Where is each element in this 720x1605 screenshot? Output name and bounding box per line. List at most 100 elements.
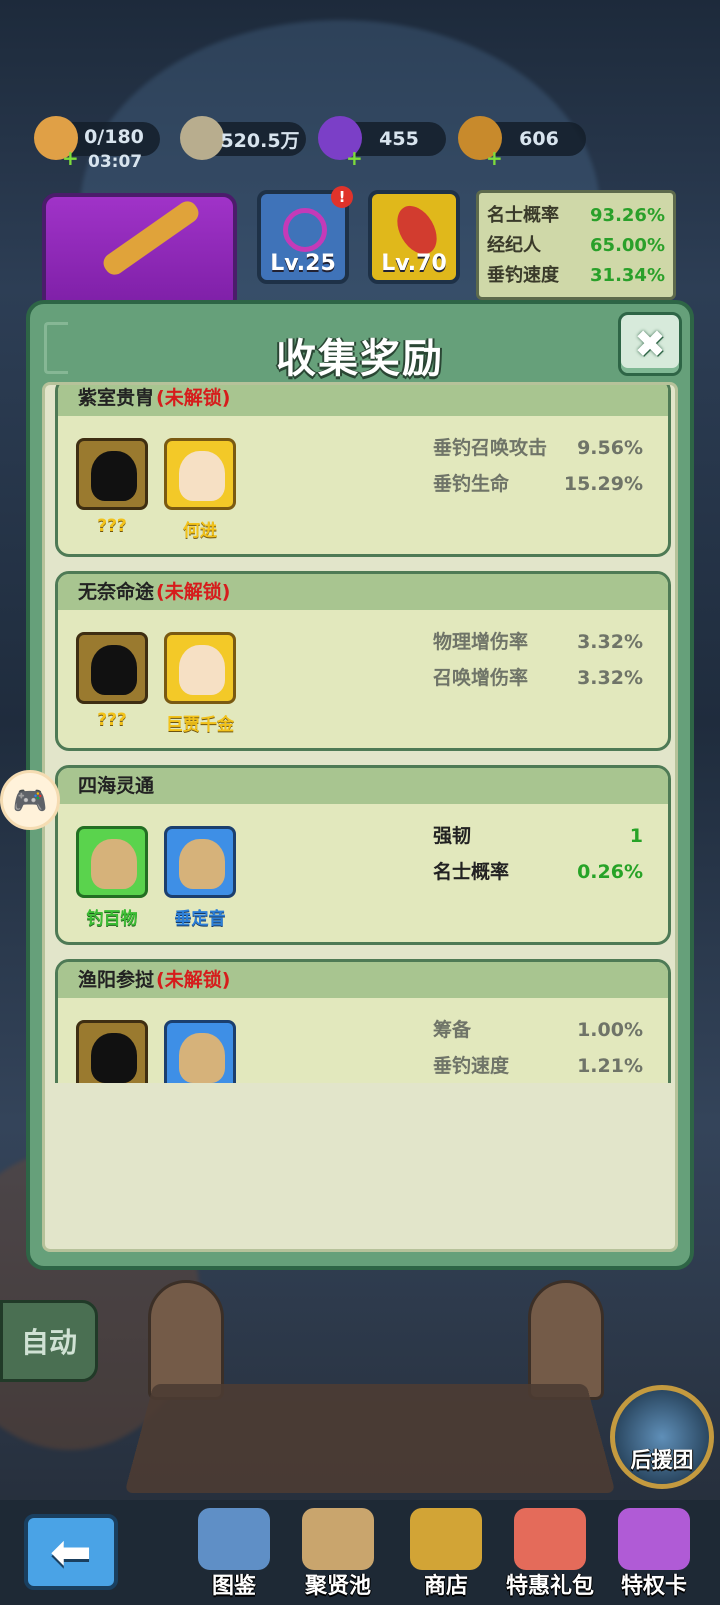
- stat-row: 经纪人 65.00%: [487, 235, 665, 256]
- bottom-nav-bar: ⬅ 图鉴 聚贤池 商店 特惠礼包 特权卡: [0, 1500, 720, 1605]
- nav-item-shop-basket[interactable]: 商店: [400, 1508, 492, 1600]
- set-bonus-list: 强韧 1 名士概率 0.26%: [433, 818, 643, 890]
- hero-portrait[interactable]: [164, 826, 236, 898]
- nav-label: 聚贤池: [304, 1574, 371, 1599]
- hero-face-icon: [179, 645, 225, 695]
- nav-label: 特惠礼包: [505, 1574, 594, 1599]
- stamina-timer: 03:07: [88, 152, 143, 172]
- bonus-label: 名士概率: [433, 861, 510, 883]
- chest-counter[interactable]: + 606: [458, 116, 586, 170]
- support-team-label: 后援团: [630, 1448, 694, 1472]
- hero-name: ???: [97, 710, 127, 730]
- bonus-label: 垂钓生命: [433, 473, 510, 495]
- bonus-label: 垂钓召唤攻击: [433, 437, 548, 459]
- dialog-body: 紫室贵胄 (未解锁)??? 何进 垂钓召唤攻击 9.56% 垂钓生命 15.29% 无奈命途(…: [42, 382, 678, 1252]
- bonus-row: 垂钓生命 15.29%: [433, 466, 643, 502]
- reward-set-card: 四海灵通 钓百物 垂定音 强韧 1 名士概率 0.26%: [55, 765, 671, 945]
- nav-item-gift-pack[interactable]: 特惠礼包: [504, 1508, 596, 1600]
- privilege-card-icon: [618, 1508, 690, 1570]
- bonus-value: 1.21%: [577, 1055, 643, 1077]
- dock-post-right: [528, 1280, 604, 1400]
- stamina-counter[interactable]: + 0/180: [34, 116, 160, 170]
- bonus-label: 筹备: [433, 1019, 472, 1041]
- back-button[interactable]: ⬅: [24, 1514, 118, 1590]
- hero-face-icon: [179, 451, 225, 501]
- nav-label: 特权卡: [620, 1574, 687, 1599]
- bonus-value: 3.32%: [577, 631, 643, 653]
- hero-face-icon: [179, 1033, 225, 1083]
- fishing-line-icon: [283, 208, 327, 252]
- alert-badge: !: [331, 186, 353, 208]
- gem-counter[interactable]: + 455: [318, 116, 446, 170]
- bonus-row: 强韧 1: [433, 818, 643, 854]
- set-bonus-list: 筹备 1.00% 垂钓速度 1.21%: [433, 1012, 643, 1083]
- silhouette-icon: [91, 451, 137, 501]
- hero-portrait[interactable]: [164, 1020, 236, 1083]
- nav-item-scroll-map[interactable]: 聚贤池: [292, 1508, 384, 1600]
- map-book-icon: [198, 1508, 270, 1570]
- set-header: 无奈命途 (未解锁): [58, 574, 668, 610]
- hero-portrait[interactable]: [164, 632, 236, 704]
- reward-set-card: 渔阳参挝 (未解锁) 筹备 1.00% 垂钓速度 1.21%: [55, 959, 671, 1083]
- collection-reward-dialog: 收集奖励 紫室贵胄(未解锁)???何进垂钓召唤攻击9.56%垂钓生命15.29%…: [26, 300, 694, 1270]
- fishing-rod-icon: [99, 197, 203, 279]
- bonus-value: 3.32%: [577, 667, 643, 689]
- hero-name: 垂定音: [174, 909, 226, 929]
- stat-row: 名士概率 93.26%: [487, 205, 665, 226]
- nav-item-map-book[interactable]: 图鉴: [188, 1508, 280, 1600]
- hero-face-icon: [179, 839, 225, 889]
- locked-tag: (未解锁): [156, 581, 231, 603]
- bonus-row: 召唤增伤率 3.32%: [433, 660, 643, 696]
- locked-hero-silhouette[interactable]: [76, 632, 148, 704]
- locked-hero-silhouette[interactable]: [76, 438, 148, 510]
- close-button[interactable]: [618, 312, 682, 376]
- bonus-value: 15.29%: [563, 473, 643, 495]
- bonus-label: 垂钓速度: [433, 1055, 510, 1077]
- reward-set-card: 紫室贵胄 (未解锁)??? 何进 垂钓召唤攻击 9.56% 垂钓生命 15.29%: [55, 385, 671, 557]
- bonus-value: 1.00%: [577, 1019, 643, 1041]
- nav-label: 商店: [423, 1574, 468, 1599]
- fishing-line-card[interactable]: ! Lv.25: [257, 186, 353, 284]
- nav-label: 图鉴: [211, 1574, 256, 1599]
- bonus-value: 9.56%: [577, 437, 643, 459]
- stat-row: 垂钓速度 31.34%: [487, 265, 665, 286]
- set-name: 紫室贵胄: [78, 387, 155, 409]
- silhouette-icon: [91, 645, 137, 695]
- hero-face-icon: [91, 839, 137, 889]
- bonus-value: 0.26%: [577, 861, 643, 883]
- bonus-label: 物理增伤率: [433, 631, 529, 653]
- set-name: 渔阳参挝: [78, 969, 155, 991]
- reward-set-card: 无奈命途 (未解锁)??? 巨贾千金 物理增伤率 3.32% 召唤增伤率 3.32%: [55, 571, 671, 751]
- set-bonus-list: 垂钓召唤攻击 9.56% 垂钓生命 15.29%: [433, 430, 643, 502]
- set-header: 紫室贵胄 (未解锁): [58, 385, 668, 416]
- set-name: 四海灵通: [78, 775, 155, 797]
- locked-hero-silhouette[interactable]: [76, 1020, 148, 1083]
- nav-item-privilege-card[interactable]: 特权卡: [608, 1508, 700, 1600]
- gift-pack-icon: [514, 1508, 586, 1570]
- set-name: 无奈命途: [78, 581, 155, 603]
- coin-counter: 520.5万: [180, 116, 306, 160]
- auto-button[interactable]: 自动: [0, 1300, 98, 1382]
- set-bonus-list: 物理增伤率 3.32% 召唤增伤率 3.32%: [433, 624, 643, 696]
- hero-name: 巨贾千金: [166, 715, 234, 735]
- silhouette-icon: [91, 1033, 137, 1083]
- add-stamina-icon[interactable]: +: [62, 146, 79, 170]
- bonus-label: 召唤增伤率: [433, 667, 529, 689]
- hero-name: ???: [97, 516, 127, 536]
- hero-portrait[interactable]: [164, 438, 236, 510]
- bonus-row: 垂钓速度 1.21%: [433, 1048, 643, 1083]
- fishing-float-card[interactable]: Lv.70: [368, 190, 460, 284]
- bonus-row: 垂钓召唤攻击 9.56%: [433, 430, 643, 466]
- back-arrow-icon: ⬅: [50, 1523, 92, 1581]
- bonus-label: 强韧: [433, 825, 472, 847]
- bonus-row: 物理增伤率 3.32%: [433, 624, 643, 660]
- bonus-row: 名士概率 0.26%: [433, 854, 643, 890]
- set-header: 四海灵通: [58, 768, 668, 804]
- reward-set-list[interactable]: 紫室贵胄 (未解锁)??? 何进 垂钓召唤攻击 9.56% 垂钓生命 15.29% 无奈命途(…: [45, 385, 675, 1083]
- bonus-value: 1: [629, 825, 643, 847]
- fishing-rod-card[interactable]: [42, 193, 237, 313]
- hero-portrait[interactable]: [76, 826, 148, 898]
- locked-tag: (未解锁): [156, 969, 231, 991]
- gamepad-float-button[interactable]: [0, 770, 60, 830]
- locked-tag: (未解锁): [156, 387, 231, 409]
